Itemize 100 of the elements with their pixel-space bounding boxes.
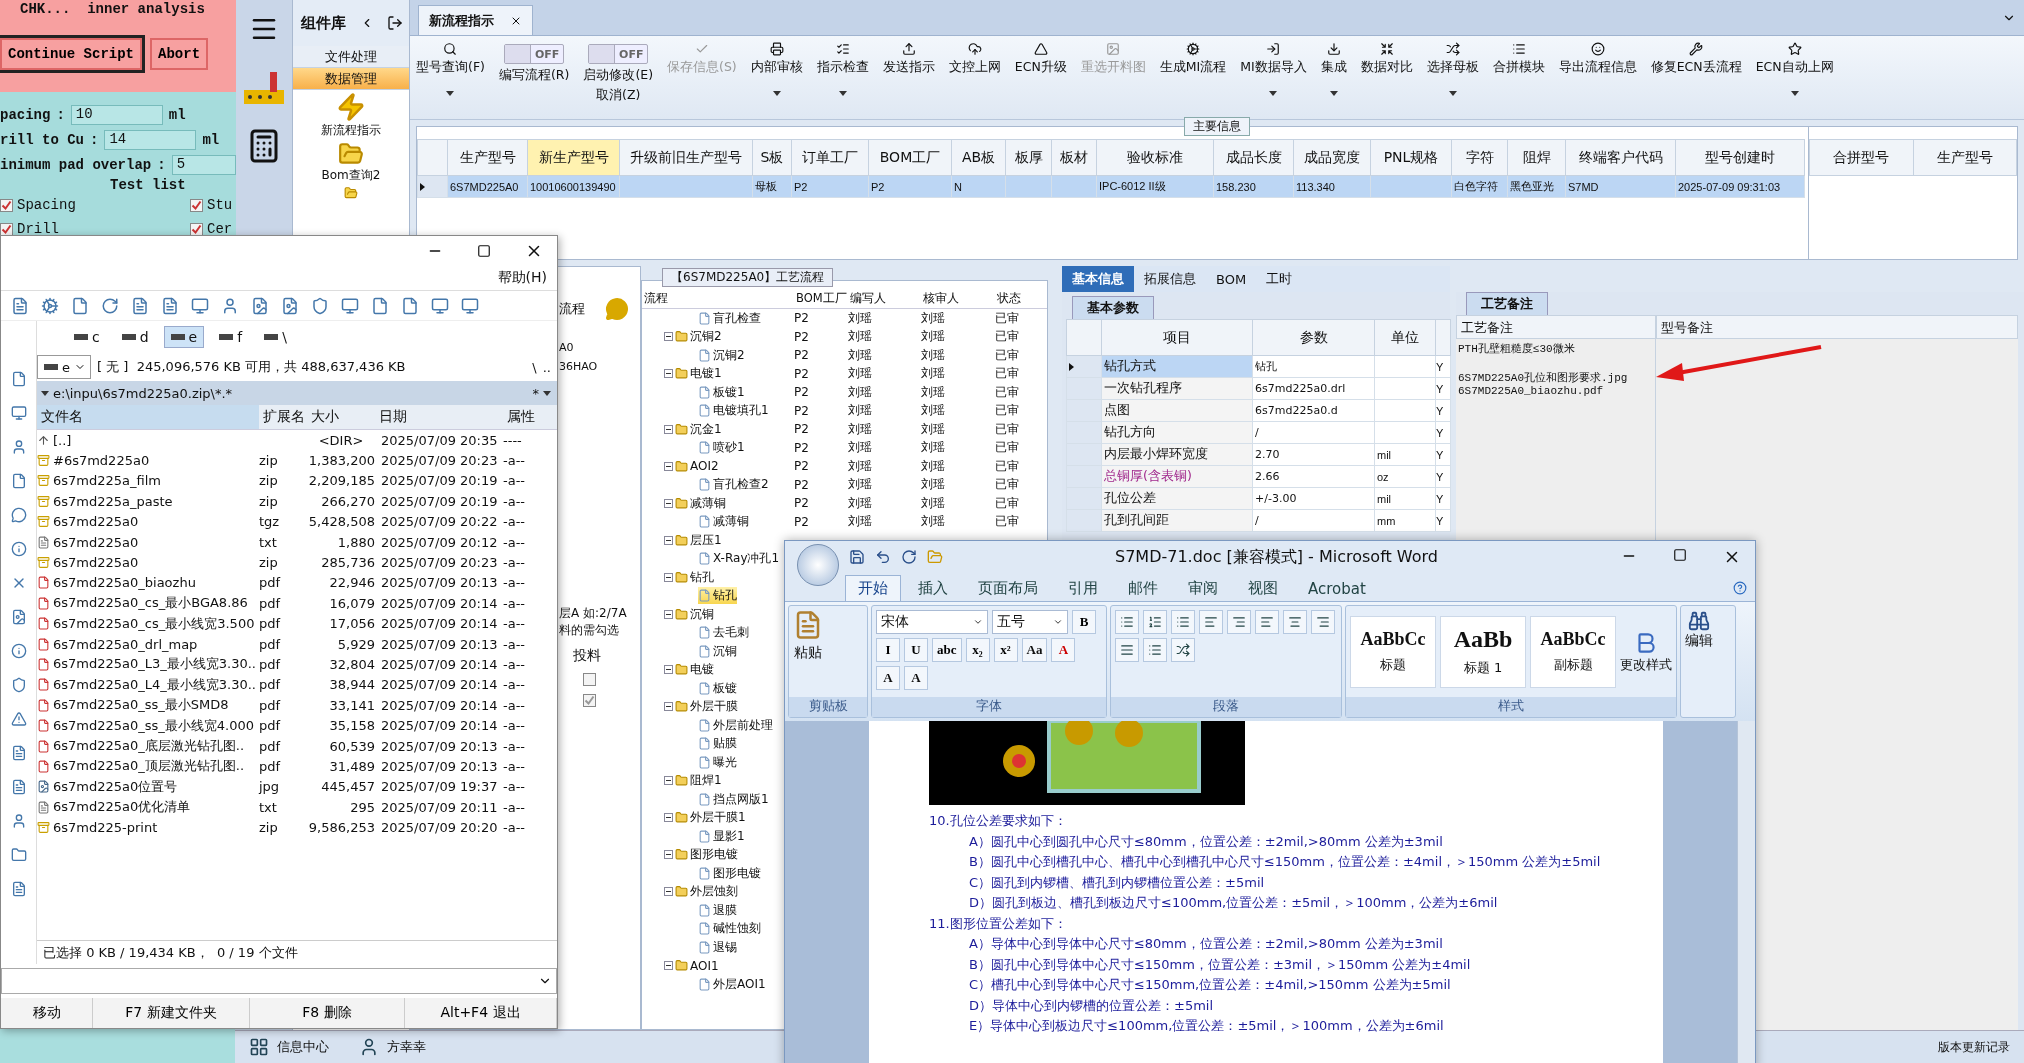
style-option[interactable]: AaBb 标题 1 [1440,615,1526,688]
toolbar-icon[interactable] [281,296,299,315]
function-key-button[interactable]: Alt+F4 退出 [405,998,557,1028]
toolbar-icon[interactable] [311,296,329,315]
paragraph-button[interactable] [1171,610,1195,634]
nav-item-label[interactable]: 新流程指示 [321,122,381,139]
help-menu[interactable]: 帮助(H) [497,269,547,287]
format-button[interactable]: I [876,638,900,662]
taskbar-item[interactable]: 信息中心 [249,1037,329,1057]
tree-item[interactable]: 电镀1 [664,365,722,383]
redo-icon[interactable] [901,549,917,565]
toolbar-icon[interactable] [101,296,119,315]
editing-button[interactable]: 编辑 [1685,610,1713,650]
drive-button[interactable]: d [114,326,156,348]
file-name[interactable]: 6s7md225a0位置号 [37,777,178,796]
function-key-button[interactable]: F8 删除 [250,998,405,1028]
ribbon-tab[interactable]: 插入 [905,575,961,601]
tree-item[interactable]: 显影1 [698,827,745,845]
font-name-field[interactable]: 宋体 [876,610,988,634]
format-button[interactable]: x₂ [965,638,990,662]
tree-item[interactable]: 板镀 [698,679,737,697]
toolbar-icon[interactable] [221,296,239,315]
ribbon-tab[interactable]: 页面布局 [965,575,1051,601]
lightning-icon[interactable] [336,92,366,122]
file-name[interactable]: 6s7md225a_paste [37,493,173,509]
drive-button[interactable]: f [212,326,250,348]
side-toolbar-icon[interactable] [10,507,27,523]
checkbox-label[interactable]: Drill [17,221,59,237]
ribbon-tab[interactable]: Acrobat [1295,576,1379,601]
folder-icon[interactable] [344,186,358,200]
minus-box-icon[interactable] [664,535,673,545]
size-column-header[interactable]: 大小 [307,405,375,429]
tree-item[interactable]: 外层干膜 [664,698,738,716]
file-name[interactable]: 6s7md225a0_顶层激光钻孔图.. [37,757,245,776]
document-tab[interactable]: 新流程指示 [418,5,533,35]
tree-item[interactable]: 减薄铜 [698,513,749,531]
file-name[interactable]: [..] [37,432,72,448]
checkbox[interactable] [583,694,596,707]
minus-box-icon[interactable] [664,461,673,471]
file-name[interactable]: 6s7md225a0_biaozhu [37,575,196,591]
row-indicator[interactable] [417,175,448,198]
format-button[interactable]: B [1072,610,1096,634]
paragraph-button[interactable] [1115,610,1139,634]
caret-icon[interactable] [446,91,455,96]
minus-box-icon[interactable] [664,702,673,712]
path-field[interactable]: e:\inpu\6s7md225a0.zip\*.* [53,385,529,401]
toggle-switch[interactable]: OFF [588,44,649,64]
tree-item[interactable]: 喷砂1 [698,439,745,457]
side-toolbar-icon[interactable] [10,609,27,625]
toolbar-icon[interactable] [461,296,479,315]
file-name[interactable]: 6s7md225a0_L3_最小线宽3.30.. [37,655,256,674]
info-tab[interactable]: 拓展信息 [1134,266,1206,292]
paragraph-button[interactable] [1171,638,1195,662]
row-indicator[interactable] [1066,355,1102,378]
column-header[interactable]: 升级前旧生产型号 [619,139,753,176]
drive-dropdown[interactable]: e [37,355,91,379]
info-tab[interactable]: 工时 [1256,266,1303,292]
input-field[interactable]: 14 [104,129,197,150]
office-button[interactable] [797,544,839,586]
folder-icon[interactable] [338,141,364,167]
column-header[interactable]: 验收标准 [1096,139,1214,176]
toolbar-button[interactable]: 型号查询(F) [416,42,485,96]
format-button[interactable]: x² [993,638,1018,662]
format-button[interactable]: A [904,666,928,690]
minus-box-icon[interactable] [664,776,673,786]
toolbar-icon[interactable] [11,296,29,315]
minus-box-icon[interactable] [664,572,673,582]
toolbar-button[interactable]: 发送指示 [882,42,935,76]
caret-icon[interactable] [1790,91,1799,96]
column-header[interactable]: 成品宽度 [1293,139,1371,176]
caret-icon[interactable] [1269,91,1278,96]
ribbon-tab[interactable]: 开始 [845,575,901,601]
tree-item[interactable]: X-Ray冲孔1 [698,550,780,568]
side-toolbar-icon[interactable] [10,711,27,727]
attributes-column-header[interactable]: 属性 [503,405,557,429]
toolbar-icon[interactable] [191,296,209,315]
column-header[interactable]: 阻焊 [1507,139,1566,176]
checkbox[interactable] [0,222,13,236]
caret-icon[interactable] [543,390,551,396]
minus-box-icon[interactable] [664,961,673,971]
toolbar-icon[interactable] [401,296,419,315]
tree-item[interactable]: 退锡 [698,938,737,956]
tree-item[interactable]: 沉铜2 [698,346,745,364]
filter-button[interactable]: * [532,385,539,401]
caret-icon[interactable] [1329,91,1338,96]
tree-item[interactable]: AOI1 [664,958,719,973]
tree-item[interactable]: 外层干膜1 [664,809,746,827]
style-option[interactable]: AaBbCc 副标题 [1530,615,1616,688]
column-header[interactable]: AB板 [951,139,1006,176]
tree-item[interactable]: 电镀填孔1 [698,402,769,420]
function-key-button[interactable]: 移动 [1,998,93,1028]
abort-button[interactable]: Abort [150,38,209,70]
ribbon-tab[interactable]: 引用 [1055,575,1111,601]
tree-item[interactable]: 图形电镀 [698,864,761,882]
tree-item[interactable]: 外层AOI1 [698,975,766,993]
file-name[interactable]: 6s7md225a0_底层激光钻孔图.. [37,737,245,756]
checkbox-label[interactable]: Cer [207,221,233,237]
column-header[interactable]: 板厚 [1005,139,1052,176]
toolbar-button[interactable]: 文控上网 [948,42,1001,76]
tree-item[interactable]: 沉铜2 [664,328,722,346]
